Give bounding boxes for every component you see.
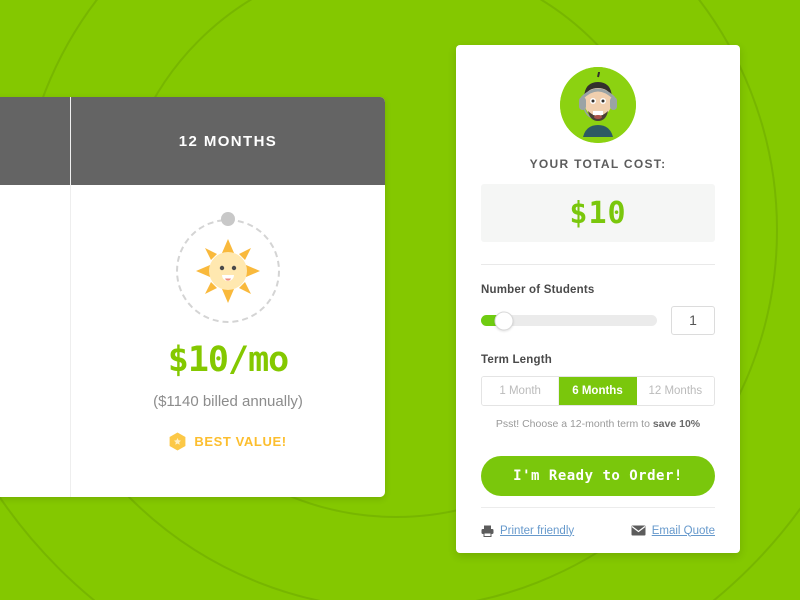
quote-card: YOUR TOTAL COST: $10 Number of Students … [456, 45, 740, 553]
students-value-input[interactable]: 1 [671, 306, 715, 335]
pricing-column-header-12-months[interactable]: 12 MONTHS [70, 97, 385, 185]
envelope-icon [631, 525, 646, 536]
best-value-label: BEST VALUE! [194, 434, 287, 449]
term-option-1-month[interactable]: 1 Month [482, 377, 560, 405]
email-quote-label: Email Quote [651, 524, 715, 537]
slider-thumb[interactable] [494, 311, 514, 330]
support-agent-avatar-icon [560, 67, 636, 143]
order-button[interactable]: I'm Ready to Order! [481, 456, 715, 496]
term-option-6-months[interactable]: 6 Months [559, 377, 637, 405]
term-hint-prefix: Psst! Choose a 12-month term to [495, 418, 653, 430]
best-value-badge: BEST VALUE! [89, 432, 367, 451]
email-quote-link[interactable]: Email Quote [631, 525, 715, 537]
total-cost-value: $10 [569, 195, 627, 231]
page-root: 6 MONTHS 12 MONTHS [0, 0, 800, 600]
total-cost-label: YOUR TOTAL COST: [529, 157, 667, 171]
term-length-segmented-control: 1 Month 6 Months 12 Months [481, 376, 715, 406]
total-cost-box: $10 [481, 184, 715, 242]
pricing-column-12-months: $10/mo ($1140 billed annually) BEST VALU… [70, 185, 385, 497]
hexagon-star-icon [169, 432, 186, 451]
pricing-amount-12-months: $10/mo [167, 340, 289, 380]
avatar [560, 67, 636, 143]
orbit-dot-icon [221, 212, 235, 226]
sun-icon [196, 239, 260, 303]
term-savings-hint: Psst! Choose a 12-month term to save 10% [481, 418, 715, 430]
term-length-label: Term Length [481, 354, 552, 366]
printer-friendly-label: Printer friendly [500, 524, 575, 537]
card-footer: Printer friendly Email Quote [481, 507, 715, 553]
students-label: Number of Students [481, 284, 595, 296]
students-control-row: 1 [481, 306, 715, 335]
term-hint-bold: save 10% [652, 418, 701, 430]
pricing-table-body: $11/mo ($66 billed semi-annually) [0, 185, 385, 497]
sun-badge [176, 212, 280, 323]
pricing-amount-6-months: $11/mo [0, 343, 52, 378]
pricing-note-6-months: ($66 billed semi-annually) [0, 393, 52, 410]
printer-icon [481, 525, 494, 537]
pricing-table-card: 6 MONTHS 12 MONTHS [0, 97, 385, 497]
students-slider[interactable] [481, 311, 657, 330]
printer-friendly-link[interactable]: Printer friendly [481, 525, 574, 537]
divider [481, 264, 715, 265]
term-option-12-months[interactable]: 12 Months [636, 377, 714, 405]
pricing-note-12-months: ($1140 billed annually) [153, 393, 303, 410]
pricing-table-header: 6 MONTHS 12 MONTHS [0, 97, 385, 185]
pricing-column-6-months: $11/mo ($66 billed semi-annually) [0, 185, 70, 497]
pricing-column-header-6-months[interactable]: 6 MONTHS [0, 97, 70, 185]
